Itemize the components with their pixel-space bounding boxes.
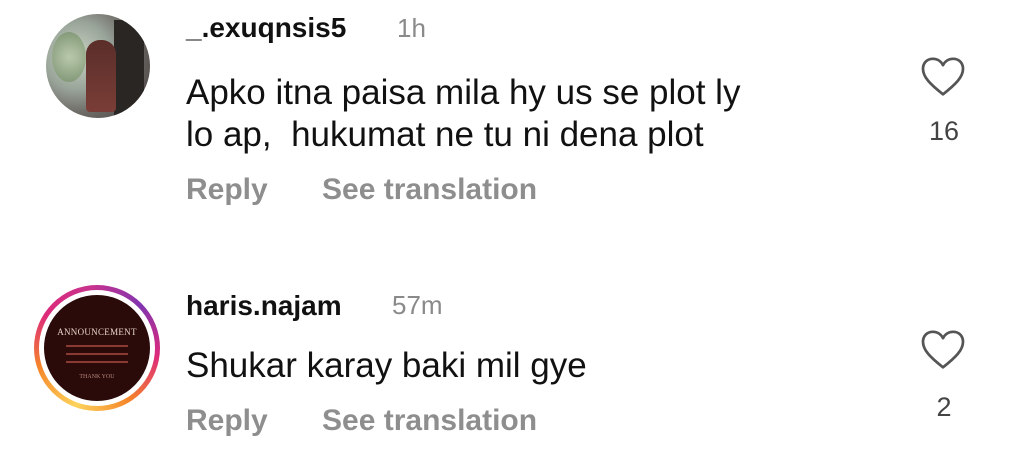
comment-timestamp: 57m [392, 290, 443, 320]
avatar-text-line [66, 345, 128, 347]
avatar-text-line [66, 361, 128, 363]
comment-text-line-1: Apko itna paisa mila hy us se plot ly [186, 73, 741, 112]
reply-button[interactable]: Reply [186, 404, 268, 438]
comment-text-line-1: Shukar karay baki mil gye [186, 346, 587, 385]
like-count: 2 [936, 392, 952, 422]
comment-timestamp: 1h [397, 13, 426, 43]
avatar-text-line [66, 353, 128, 355]
like-count: 16 [928, 116, 960, 146]
avatar-thank-you-text: THANK YOU [79, 374, 115, 380]
heart-icon[interactable] [921, 57, 965, 97]
avatar-door [114, 20, 144, 116]
avatar-plant [52, 32, 86, 82]
see-translation-button[interactable]: See translation [322, 173, 537, 207]
user-avatar[interactable]: ANNOUNCEMENT THANK YOU [44, 295, 150, 401]
avatar-person [86, 40, 116, 112]
story-ring[interactable]: ANNOUNCEMENT THANK YOU [34, 285, 160, 411]
comment-username[interactable]: haris.najam [186, 290, 342, 322]
avatar-announcement-text: ANNOUNCEMENT [57, 327, 137, 337]
see-translation-button[interactable]: See translation [322, 404, 537, 438]
heart-icon[interactable] [921, 330, 965, 370]
comment-username[interactable]: _.exuqnsis5 [186, 12, 346, 44]
reply-button[interactable]: Reply [186, 173, 268, 207]
user-avatar[interactable] [46, 14, 150, 118]
comment-text-line-2: lo ap, hukumat ne tu ni dena plot [186, 115, 704, 154]
